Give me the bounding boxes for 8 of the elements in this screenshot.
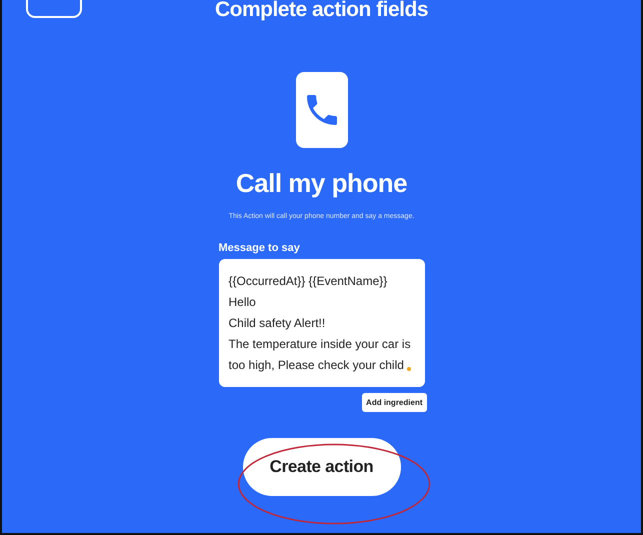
page-title: Complete action fields xyxy=(214,0,428,20)
field-label: Message to say xyxy=(218,242,301,254)
message-field[interactable]: {{OccurredAt}} {{EventName}} Hello Child safety Alert!! The temperature inside your car is too high, Please check your child xyxy=(218,259,424,387)
dot-icon xyxy=(406,367,410,371)
create-action-button[interactable]: Create action xyxy=(242,438,400,496)
service-title: Call my phone xyxy=(236,168,408,199)
phone-icon xyxy=(296,72,348,148)
add-ingredient-button[interactable]: Add ingredient xyxy=(362,393,426,412)
